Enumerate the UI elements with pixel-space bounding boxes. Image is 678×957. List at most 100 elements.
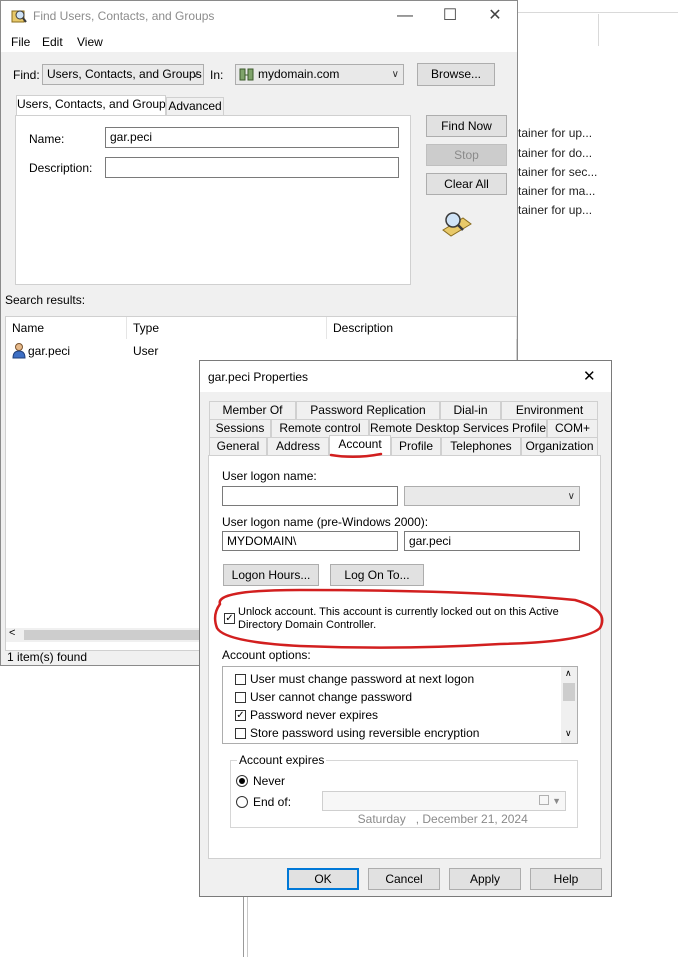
account-options-list: User must change password at next logon …	[222, 666, 578, 744]
horizontal-scrollbar[interactable]: <	[6, 627, 201, 642]
column-header-name[interactable]: Name	[6, 317, 127, 339]
account-options-label: Account options:	[222, 648, 311, 662]
tab-remote-desktop-services-profile[interactable]: Remote Desktop Services Profile	[369, 419, 547, 437]
in-domain-value: mydomain.com	[258, 67, 340, 81]
scroll-up-icon[interactable]: ∧	[565, 668, 572, 679]
close-button[interactable]: ✕	[475, 5, 515, 27]
tab-dial-in[interactable]: Dial-in	[440, 401, 501, 419]
chevron-down-icon: ∨	[391, 69, 399, 80]
cancel-button[interactable]: Cancel	[368, 868, 440, 890]
search-results-label: Search results:	[5, 293, 86, 307]
tab-account[interactable]: Account	[329, 435, 391, 456]
background-description-text: tainer for up...	[518, 203, 593, 217]
search-criteria-panel: Name: gar.peci Description:	[15, 115, 411, 285]
status-text: 1 item(s) found	[7, 650, 88, 664]
tab-environment[interactable]: Environment	[501, 401, 598, 419]
option-label: Store password using reversible encrypti…	[250, 726, 480, 740]
option-checkbox[interactable]	[235, 728, 246, 739]
tab-advanced[interactable]: Advanced	[166, 97, 224, 116]
browse-button[interactable]: Browse...	[417, 63, 495, 86]
user-icon	[12, 343, 26, 359]
tab-general[interactable]: General	[209, 437, 267, 455]
option-checkbox[interactable]	[235, 674, 246, 685]
clear-all-button[interactable]: Clear All	[426, 173, 507, 195]
option-label: User cannot change password	[250, 690, 413, 704]
tab-member-of[interactable]: Member Of	[209, 401, 296, 419]
background-window-divider	[598, 14, 599, 46]
properties-dialog: gar.peci Properties ✕ Member Of Password…	[199, 360, 612, 897]
column-header-type[interactable]: Type	[127, 317, 327, 339]
find-now-button[interactable]: Find Now	[426, 115, 507, 137]
search-flashlight-icon	[442, 212, 472, 237]
tab-telephones[interactable]: Telephones	[441, 437, 521, 455]
user-logon-name-input[interactable]	[222, 486, 398, 506]
never-label: Never	[253, 774, 286, 788]
help-button[interactable]: Help	[530, 868, 602, 890]
account-expires-label: Account expires	[237, 753, 327, 767]
pre2000-domain-field: MYDOMAIN\	[222, 531, 398, 551]
chevron-down-icon: ∨	[567, 491, 575, 502]
find-label: Find:	[13, 68, 40, 82]
scroll-down-icon[interactable]: ∨	[565, 728, 572, 739]
never-radio[interactable]	[236, 775, 248, 787]
options-scrollbar[interactable]: ∧ ∨	[561, 667, 577, 743]
log-on-to-button[interactable]: Log On To...	[330, 564, 424, 586]
account-tab-panel: User logon name: ∨ User logon name (pre-…	[208, 455, 601, 859]
end-of-date-picker[interactable]: Saturday , December 21, 2024 ▼	[322, 791, 566, 826]
window-title: Find Users, Contacts, and Groups	[33, 9, 215, 23]
logon-hours-button[interactable]: Logon Hours...	[223, 564, 319, 586]
minimize-button[interactable]: —	[385, 5, 425, 27]
background-description-text: tainer for up...	[518, 126, 593, 140]
upn-suffix-dropdown[interactable]: ∨	[404, 486, 580, 506]
tab-password-replication[interactable]: Password Replication	[296, 401, 440, 419]
tab-profile[interactable]: Profile	[391, 437, 441, 455]
scrollbar-thumb[interactable]	[24, 630, 200, 640]
name-input[interactable]: gar.peci	[105, 127, 399, 148]
background-window-edge	[243, 897, 244, 957]
calendar-icon	[539, 795, 549, 805]
close-icon[interactable]: ✕	[583, 367, 596, 385]
table-row[interactable]: gar.peci User	[6, 341, 516, 361]
unlock-account-text: Directory Domain Controller.	[238, 619, 377, 631]
tab-address[interactable]: Address	[267, 437, 329, 455]
option-label: User must change password at next logon	[250, 672, 475, 686]
in-domain-dropdown[interactable]: mydomain.com ∨	[235, 64, 404, 85]
chevron-down-icon: ∨	[191, 69, 199, 80]
pre2000-username-input[interactable]: gar.peci	[404, 531, 580, 551]
in-label: In:	[210, 68, 224, 82]
scrollbar-thumb[interactable]	[563, 683, 575, 701]
find-type-dropdown[interactable]: Users, Contacts, and Groups ∨	[42, 64, 204, 85]
apply-button[interactable]: Apply	[449, 868, 521, 890]
stop-button: Stop	[426, 144, 507, 166]
tab-com-plus[interactable]: COM+	[547, 419, 598, 437]
name-label: Name:	[29, 132, 65, 146]
unlock-account-text: Unlock account. This account is currentl…	[238, 606, 559, 618]
tab-users-contacts-groups[interactable]: Users, Contacts, and Groups	[16, 95, 172, 116]
background-description-text: tainer for ma...	[518, 184, 596, 198]
end-of-label: End of:	[253, 795, 292, 809]
chevron-down-icon: ▼	[552, 796, 561, 806]
account-expires-group: Account expires Never End of: Saturday ,…	[230, 753, 578, 828]
option-checkbox[interactable]	[235, 692, 246, 703]
option-checkbox[interactable]: ✓	[235, 710, 246, 721]
background-description-text: tainer for do...	[518, 146, 593, 160]
scroll-left-button[interactable]: <	[9, 627, 15, 639]
end-of-radio[interactable]	[236, 796, 248, 808]
tab-organization[interactable]: Organization	[521, 437, 598, 455]
background-description-text: tainer for sec...	[518, 165, 598, 179]
column-header-description[interactable]: Description	[327, 317, 517, 339]
find-type-value: Users, Contacts, and Groups	[47, 67, 202, 81]
description-input[interactable]	[105, 157, 399, 178]
maximize-button[interactable]: ☐	[430, 5, 470, 27]
background-window-border	[518, 12, 678, 13]
result-type: User	[133, 344, 159, 358]
menu-edit[interactable]: Edit	[42, 35, 63, 49]
dialog-title-bar: gar.peci Properties ✕	[200, 361, 611, 392]
pre2000-label: User logon name (pre-Windows 2000):	[222, 515, 429, 529]
menu-file[interactable]: File	[11, 35, 30, 49]
tab-sessions[interactable]: Sessions	[209, 419, 271, 437]
unlock-account-checkbox[interactable]: ✓	[224, 613, 235, 624]
menu-view[interactable]: View	[77, 35, 103, 49]
result-name: gar.peci	[28, 344, 71, 358]
ok-button[interactable]: OK	[287, 868, 359, 890]
